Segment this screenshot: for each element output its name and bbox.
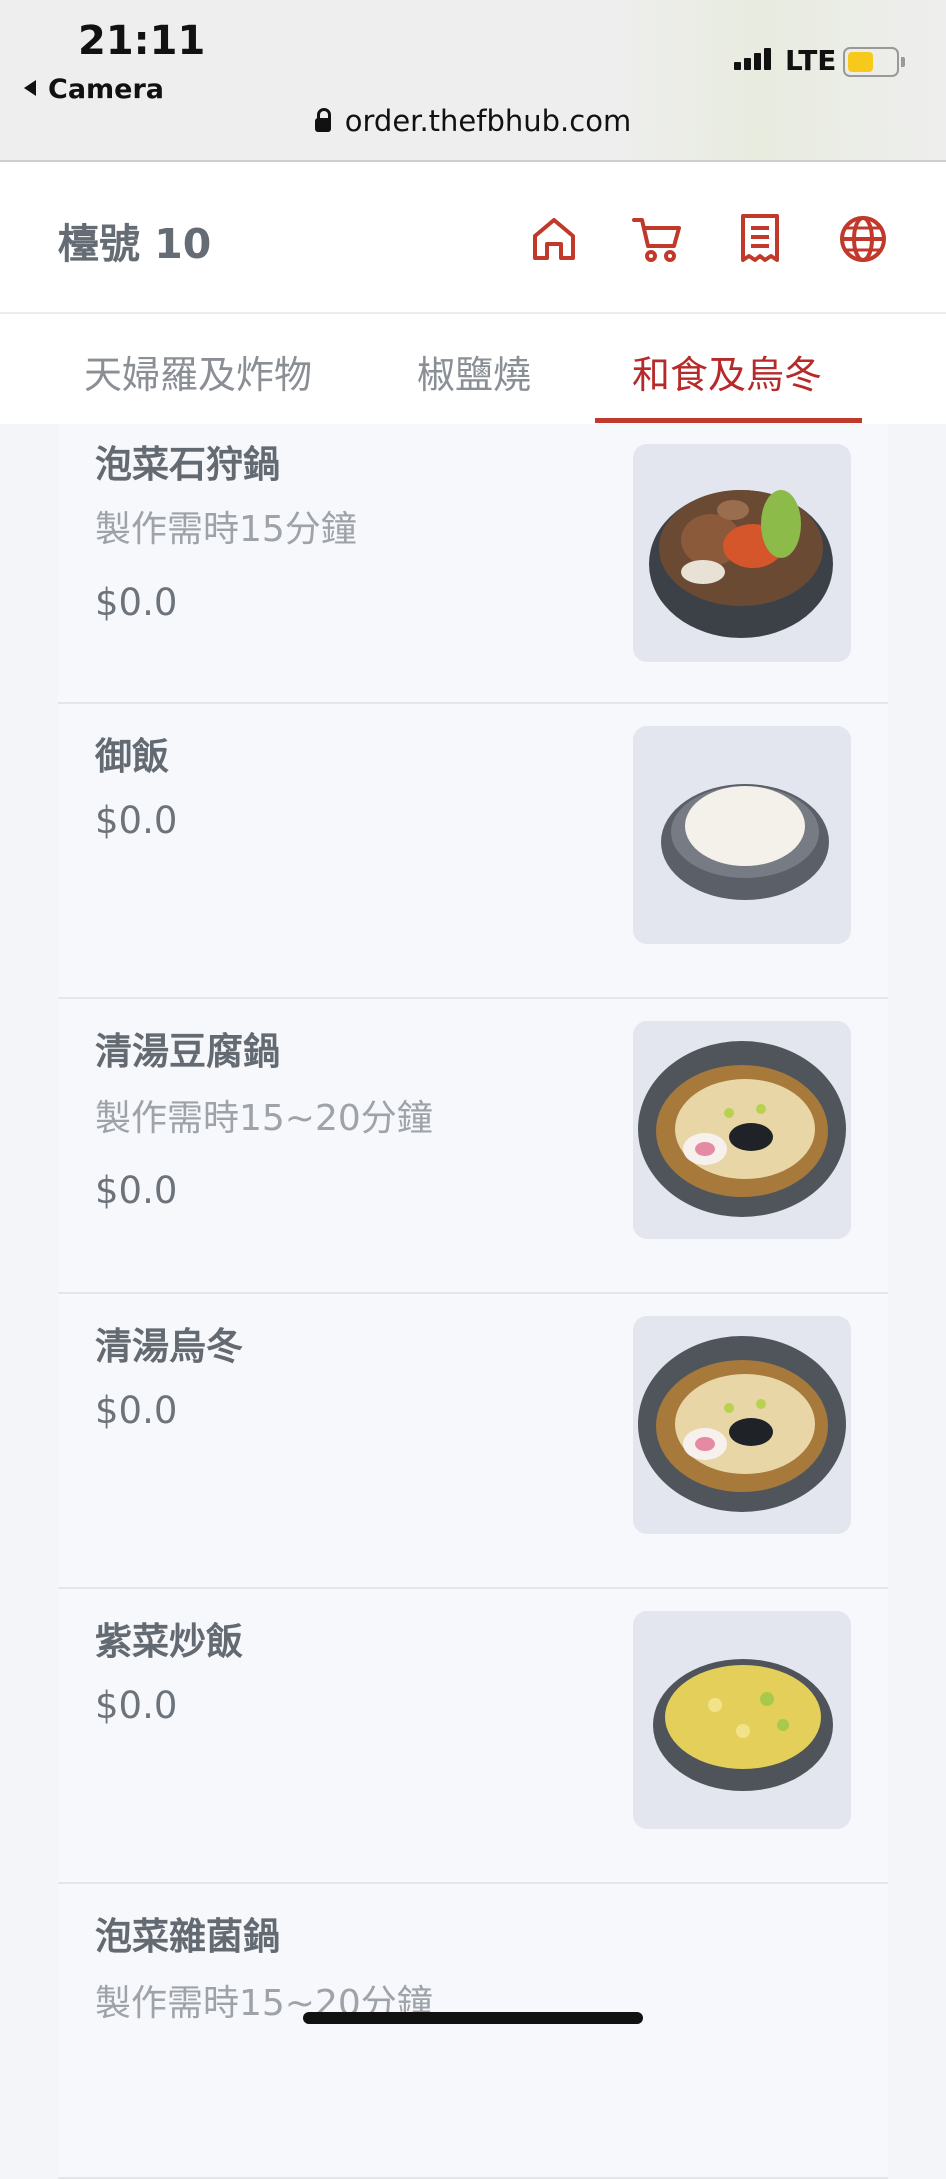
url-bar[interactable]: order.thefbhub.com [0,104,946,138]
tab-salt-pepper[interactable]: 椒鹽燒 [417,344,531,399]
item-price: $0.0 [95,799,178,842]
receipt-icon [741,214,779,262]
language-button[interactable] [836,212,890,266]
item-name: 紫菜炒飯 [95,1620,243,1663]
back-triangle-icon [24,80,36,96]
table-number: 檯號 10 [58,220,212,268]
item-prep-time: 製作需時15分鐘 [95,509,357,550]
hotpot-photo[interactable] [633,444,851,662]
tab-tempura[interactable]: 天婦羅及炸物 [84,344,312,399]
udon-photo[interactable] [633,1316,851,1534]
item-name: 清湯豆腐鍋 [95,1030,280,1073]
home-indicator-bar[interactable] [303,2012,643,2024]
item-price: $0.0 [95,581,178,624]
home-icon [533,218,575,260]
browser-status-bar: 21:11 Camera LTE order.thefbhub.com [0,0,946,162]
cart-button[interactable] [630,212,684,266]
lock-icon [314,108,331,132]
menu-item[interactable]: 清湯豆腐鍋 製作需時15~20分鐘 $0.0 [58,999,888,1294]
cart-icon [632,218,681,262]
menu-item[interactable]: 泡菜石狩鍋 製作需時15分鐘 $0.0 [58,424,888,704]
category-tabs: 天婦羅及炸物 椒鹽燒 和食及烏冬 [0,314,946,424]
menu-item[interactable]: 御飯 $0.0 [58,704,888,999]
item-name: 泡菜石狩鍋 [95,443,280,486]
globe-icon [840,216,886,262]
battery-icon [843,47,905,77]
item-name: 清湯烏冬 [95,1325,243,1368]
menu-list: 泡菜石狩鍋 製作需時15分鐘 $0.0 御飯 $0.0 清湯豆腐鍋 製作需時15… [58,424,888,2179]
network-type: LTE [785,44,837,77]
item-name: 御飯 [95,735,169,778]
orders-button[interactable] [733,212,787,266]
fried-rice-photo[interactable] [633,1611,851,1829]
menu-item[interactable]: 清湯烏冬 $0.0 [58,1294,888,1589]
item-name: 泡菜雜菌鍋 [95,1915,280,1958]
back-label: Camera [48,74,165,105]
back-to-app-button[interactable]: Camera [24,74,164,105]
app-header: 檯號 10 [0,162,946,314]
tab-japanese-udon[interactable]: 和食及烏冬 [632,344,822,399]
rice-photo[interactable] [633,726,851,944]
clock: 21:11 [78,18,206,64]
menu-item[interactable]: 泡菜雜菌鍋 製作需時15~20分鐘 [58,1884,888,2179]
item-prep-time: 製作需時15~20分鐘 [95,1098,433,1139]
battery-fill [848,52,873,72]
item-price: $0.0 [95,1684,178,1727]
item-price: $0.0 [95,1389,178,1432]
home-button[interactable] [527,212,581,266]
item-price: $0.0 [95,1169,178,1212]
udon-photo[interactable] [633,1021,851,1239]
url-text: order.thefbhub.com [344,104,632,138]
menu-item[interactable]: 紫菜炒飯 $0.0 [58,1589,888,1884]
active-tab-indicator [595,418,862,423]
